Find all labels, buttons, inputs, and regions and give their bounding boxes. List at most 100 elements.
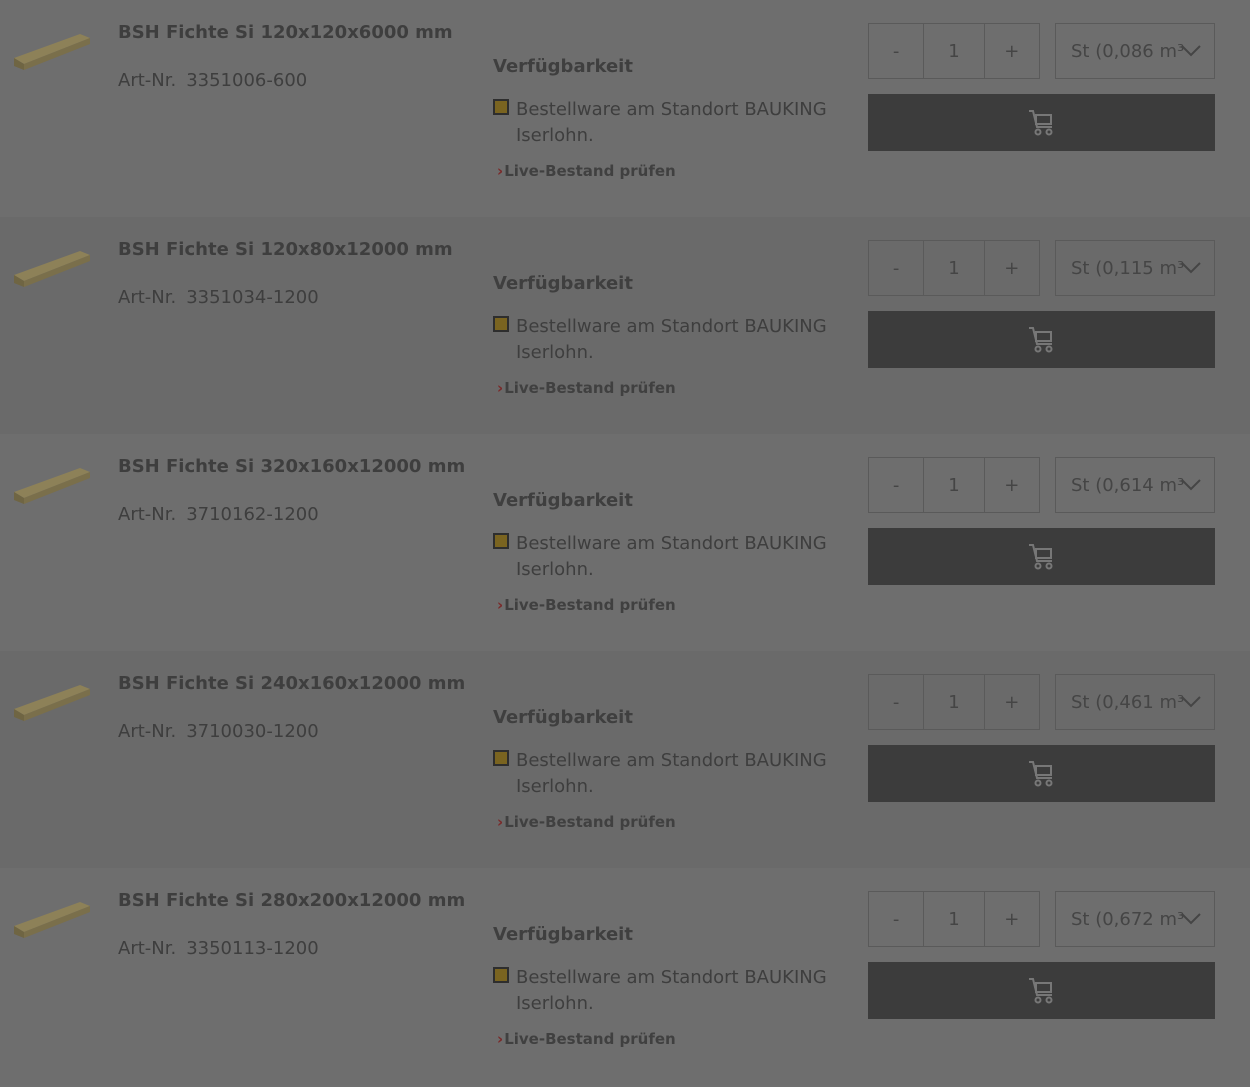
unit-select[interactable]: St (0,672 m³ [1055, 891, 1215, 947]
availability-text: Bestellware am Standort BAUKING Iserlohn… [516, 316, 827, 363]
article-number-label: Art-Nr. [118, 721, 177, 742]
chevron-right-icon: › [497, 162, 504, 180]
live-stock-link[interactable]: ›Live-Bestand prüfen [497, 379, 676, 397]
quantity-increase-button[interactable]: + [985, 892, 1039, 946]
article-number-label: Art-Nr. [118, 504, 177, 525]
article-number-label: Art-Nr. [118, 938, 177, 959]
live-stock-link[interactable]: ›Live-Bestand prüfen [497, 1030, 676, 1048]
article-number-value: 3351006-600 [186, 70, 308, 91]
quantity-decrease-button[interactable]: - [869, 24, 925, 78]
add-to-cart-button[interactable] [868, 311, 1215, 368]
availability-heading: Verfügbarkeit [493, 924, 633, 945]
add-to-cart-icon [1028, 977, 1052, 1003]
article-number: Art-Nr. 3351034-1200 [118, 287, 319, 308]
unit-select-value: St (0,086 m³ [1071, 40, 1185, 62]
quantity-increase-button[interactable]: + [985, 24, 1039, 78]
availability-heading: Verfügbarkeit [493, 707, 633, 728]
live-stock-link[interactable]: ›Live-Bestand prüfen [497, 162, 676, 180]
chevron-down-icon [1181, 913, 1201, 925]
add-to-cart-button[interactable] [868, 745, 1215, 802]
live-stock-link[interactable]: ›Live-Bestand prüfen [497, 813, 676, 831]
availability-status-icon [493, 316, 509, 332]
live-stock-link-label: Live-Bestand prüfen [504, 162, 676, 180]
product-row: BSH Fichte Si 120x120x6000 mm Art-Nr. 335… [0, 0, 1250, 217]
add-to-cart-button[interactable] [868, 528, 1215, 585]
quantity-decrease-button[interactable]: - [869, 892, 925, 946]
availability-status-icon [493, 533, 509, 549]
article-number-value: 3350113-1200 [186, 938, 319, 959]
availability-text: Bestellware am Standort BAUKING Iserlohn… [516, 967, 827, 1014]
quantity-stepper: - 1 + [868, 23, 1040, 79]
product-row: BSH Fichte Si 120x80x12000 mm Art-Nr. 335… [0, 217, 1250, 434]
chevron-down-icon [1181, 262, 1201, 274]
quantity-increase-button[interactable]: + [985, 458, 1039, 512]
quantity-stepper: - 1 + [868, 457, 1040, 513]
article-number-label: Art-Nr. [118, 70, 177, 91]
quantity-input[interactable]: 1 [924, 892, 985, 946]
quantity-stepper: - 1 + [868, 240, 1040, 296]
quantity-stepper: - 1 + [868, 674, 1040, 730]
availability-heading: Verfügbarkeit [493, 490, 633, 511]
article-number: Art-Nr. 3351006-600 [118, 70, 307, 91]
product-title[interactable]: BSH Fichte Si 120x80x12000 mm [118, 239, 453, 260]
product-row: BSH Fichte Si 280x200x12000 mm Art-Nr. 33… [0, 868, 1250, 1085]
wooden-beam-icon[interactable] [12, 243, 92, 289]
availability-text: Bestellware am Standort BAUKING Iserlohn… [516, 750, 827, 797]
chevron-down-icon [1181, 479, 1201, 491]
live-stock-link-label: Live-Bestand prüfen [504, 596, 676, 614]
add-to-cart-button[interactable] [868, 962, 1215, 1019]
quantity-input[interactable]: 1 [924, 241, 985, 295]
quantity-stepper: - 1 + [868, 891, 1040, 947]
unit-select-value: St (0,672 m³ [1071, 908, 1185, 930]
chevron-right-icon: › [497, 596, 504, 614]
article-number-value: 3710030-1200 [186, 721, 319, 742]
add-to-cart-icon [1028, 326, 1052, 352]
quantity-input[interactable]: 1 [924, 24, 985, 78]
quantity-decrease-button[interactable]: - [869, 675, 925, 729]
chevron-down-icon [1181, 45, 1201, 57]
quantity-input[interactable]: 1 [924, 675, 985, 729]
availability-text: Bestellware am Standort BAUKING Iserlohn… [516, 99, 827, 146]
availability-status-icon [493, 99, 509, 115]
wooden-beam-icon[interactable] [12, 677, 92, 723]
unit-select[interactable]: St (0,115 m³ [1055, 240, 1215, 296]
unit-select-value: St (0,614 m³ [1071, 474, 1185, 496]
unit-select[interactable]: St (0,461 m³ [1055, 674, 1215, 730]
wooden-beam-icon[interactable] [12, 26, 92, 72]
product-title[interactable]: BSH Fichte Si 280x200x12000 mm [118, 890, 465, 911]
unit-select-value: St (0,461 m³ [1071, 691, 1185, 713]
quantity-input[interactable]: 1 [924, 458, 985, 512]
availability-status-icon [493, 750, 509, 766]
live-stock-link-label: Live-Bestand prüfen [504, 813, 676, 831]
product-title[interactable]: BSH Fichte Si 240x160x12000 mm [118, 673, 465, 694]
chevron-right-icon: › [497, 1030, 504, 1048]
quantity-decrease-button[interactable]: - [869, 241, 925, 295]
article-number-value: 3710162-1200 [186, 504, 319, 525]
product-title[interactable]: BSH Fichte Si 320x160x12000 mm [118, 456, 465, 477]
unit-select[interactable]: St (0,086 m³ [1055, 23, 1215, 79]
quantity-increase-button[interactable]: + [985, 675, 1039, 729]
product-title[interactable]: BSH Fichte Si 120x120x6000 mm [118, 22, 453, 43]
product-row: BSH Fichte Si 240x160x12000 mm Art-Nr. 37… [0, 651, 1250, 868]
wooden-beam-icon[interactable] [12, 460, 92, 506]
add-to-cart-icon [1028, 109, 1052, 135]
article-number: Art-Nr. 3710162-1200 [118, 504, 319, 525]
chevron-right-icon: › [497, 813, 504, 831]
product-list: BSH Fichte Si 120x120x6000 mm Art-Nr. 335… [0, 0, 1250, 1087]
article-number: Art-Nr. 3350113-1200 [118, 938, 319, 959]
availability-status-icon [493, 967, 509, 983]
add-to-cart-icon [1028, 543, 1052, 569]
product-row: BSH Fichte Si 320x160x12000 mm Art-Nr. 37… [0, 434, 1250, 651]
live-stock-link[interactable]: ›Live-Bestand prüfen [497, 596, 676, 614]
quantity-decrease-button[interactable]: - [869, 458, 925, 512]
availability-heading: Verfügbarkeit [493, 273, 633, 294]
add-to-cart-button[interactable] [868, 94, 1215, 151]
chevron-right-icon: › [497, 379, 504, 397]
article-number-value: 3351034-1200 [186, 287, 319, 308]
unit-select[interactable]: St (0,614 m³ [1055, 457, 1215, 513]
article-number-label: Art-Nr. [118, 287, 177, 308]
wooden-beam-icon[interactable] [12, 894, 92, 940]
unit-select-value: St (0,115 m³ [1071, 257, 1185, 279]
availability-heading: Verfügbarkeit [493, 56, 633, 77]
quantity-increase-button[interactable]: + [985, 241, 1039, 295]
